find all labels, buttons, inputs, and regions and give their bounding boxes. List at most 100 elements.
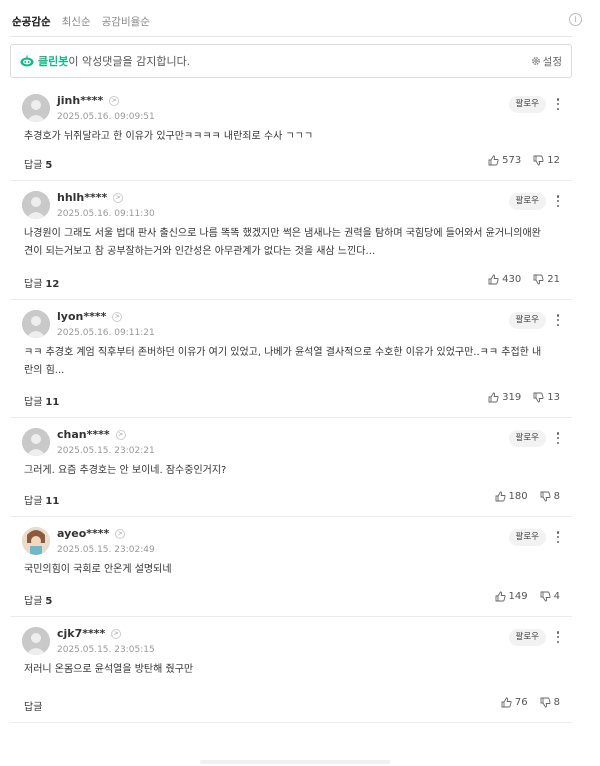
reply-count: 11 [45, 496, 60, 507]
like-button[interactable]: 149 [495, 591, 528, 602]
dislike-icon [533, 392, 544, 403]
author-nickname[interactable]: lyon**** [57, 310, 106, 323]
comment-item: chan**** > 2025.05.15. 23:02:21 팔로우 그러게.… [10, 418, 572, 517]
reply-button[interactable]: 답글 5 [24, 156, 52, 171]
reply-count: 12 [45, 279, 60, 290]
more-options-icon[interactable] [554, 192, 562, 210]
chevron-right-icon[interactable]: > [115, 528, 126, 539]
chevron-right-icon[interactable]: > [112, 311, 123, 322]
comment-item: ayeo**** > 2025.05.15. 23:02:49 팔로우 국민의힘… [10, 517, 572, 617]
tab-recommended[interactable]: 순공감순 [12, 14, 51, 29]
reply-button[interactable]: 답글 [24, 698, 45, 713]
chevron-right-icon[interactable]: > [115, 429, 126, 440]
author-row: lyon**** > [57, 310, 123, 323]
comment-text-line: 나경원이 그래도 서울 법대 판사 출신으로 나름 똑똑 했겠지만 썩은 냄새나… [24, 228, 541, 239]
tab-latest[interactable]: 최신순 [62, 14, 91, 29]
avatar[interactable] [22, 94, 50, 122]
like-button[interactable]: 573 [488, 155, 521, 166]
like-icon [495, 591, 506, 602]
avatar[interactable] [22, 191, 50, 219]
chevron-right-icon[interactable]: > [111, 628, 122, 639]
author-nickname[interactable]: jinh**** [57, 94, 103, 107]
author-nickname[interactable]: hhlh**** [57, 191, 107, 204]
comment-date: 2025.05.16. 09:11:30 [57, 209, 155, 219]
more-options-icon[interactable] [554, 528, 562, 546]
reply-label: 답글 [24, 596, 43, 607]
dislike-button[interactable]: 4 [540, 591, 560, 602]
follow-button[interactable]: 팔로우 [508, 529, 546, 546]
reply-count: 5 [45, 160, 53, 171]
follow-button[interactable]: 팔로우 [508, 629, 546, 646]
cleanbot-name: 클린봇 [38, 55, 69, 68]
comment-text-line: 그러게. 요즘 추경호는 안 보이네. 잠수중인거지? [24, 465, 227, 476]
reply-label: 답글 [24, 397, 43, 408]
reactions: 430 21 [476, 274, 560, 285]
cleanbot-banner: 클린봇 이 악성댓글을 감지합니다. 설정 [10, 44, 572, 78]
avatar[interactable] [22, 428, 50, 456]
comment-item: cjk7**** > 2025.05.15. 23:05:15 팔로우 저러니 … [10, 617, 572, 723]
comment-list: jinh**** > 2025.05.16. 09:09:51 팔로우 추경호가… [10, 84, 572, 723]
comment-body: ㅋㅋ 추경호 계엄 직후부터 존버하던 이유가 여기 있었고, 나베가 윤석열 … [24, 344, 564, 380]
chevron-right-icon[interactable]: > [113, 192, 124, 203]
follow-button[interactable]: 팔로우 [508, 430, 546, 447]
more-options-icon[interactable] [554, 628, 562, 646]
dislike-button[interactable]: 21 [533, 274, 560, 285]
settings-button[interactable]: 설정 [531, 54, 562, 69]
bottom-divider [200, 760, 390, 764]
like-icon [495, 491, 506, 502]
dislike-icon [540, 697, 551, 708]
author-nickname[interactable]: ayeo**** [57, 527, 109, 540]
reply-button[interactable]: 답글 12 [24, 275, 59, 290]
comment-text-line: 견이 되는거보고 참 공부잘하는거와 인간성은 아무관계가 없다는 것을 새삼 … [24, 246, 376, 257]
more-options-icon[interactable] [554, 429, 562, 447]
follow-button[interactable]: 팔로우 [508, 96, 546, 113]
like-button[interactable]: 319 [488, 392, 521, 403]
comment-item: jinh**** > 2025.05.16. 09:09:51 팔로우 추경호가… [10, 84, 572, 181]
author-nickname[interactable]: chan**** [57, 428, 110, 441]
comment-text-line: ㅋㅋ 추경호 계엄 직후부터 존버하던 이유가 여기 있었고, 나베가 윤석열 … [24, 347, 542, 358]
comment-text-line: 국민의힘이 국회로 안온게 설명되네 [24, 564, 172, 575]
like-count: 149 [508, 591, 528, 602]
dislike-button[interactable]: 8 [540, 491, 560, 502]
dislike-icon [540, 591, 551, 602]
more-options-icon[interactable] [554, 311, 562, 329]
reply-label: 답글 [24, 160, 43, 171]
dislike-button[interactable]: 8 [540, 697, 560, 708]
gear-icon [531, 57, 540, 65]
like-button[interactable]: 180 [495, 491, 528, 502]
dislike-count: 13 [547, 392, 560, 403]
like-count: 573 [502, 155, 522, 166]
avatar[interactable] [22, 527, 50, 555]
reactions: 319 13 [476, 392, 560, 403]
dislike-count: 8 [553, 697, 560, 708]
avatar[interactable] [22, 627, 50, 655]
like-count: 430 [502, 274, 522, 285]
reply-label: 답글 [24, 279, 43, 290]
reactions: 76 8 [489, 697, 560, 708]
reply-count: 11 [45, 397, 60, 408]
like-button[interactable]: 430 [488, 274, 521, 285]
dislike-icon [533, 274, 544, 285]
avatar[interactable] [22, 310, 50, 338]
reply-button[interactable]: 답글 5 [24, 592, 52, 607]
author-nickname[interactable]: cjk7**** [57, 627, 105, 640]
comment-item: lyon**** > 2025.05.16. 09:11:21 팔로우 ㅋㅋ 추… [10, 300, 572, 418]
like-count: 319 [502, 392, 522, 403]
dislike-button[interactable]: 12 [533, 155, 560, 166]
chevron-right-icon[interactable]: > [109, 95, 120, 106]
reply-button[interactable]: 답글 11 [24, 393, 59, 408]
sort-tabs: 순공감순 최신순 공감비율순 i [12, 8, 582, 34]
dislike-count: 21 [547, 274, 560, 285]
comment-date: 2025.05.15. 23:05:15 [57, 645, 155, 655]
tab-empathy-ratio[interactable]: 공감비율순 [102, 14, 150, 29]
reply-count: 5 [45, 596, 53, 607]
reply-button[interactable]: 답글 11 [24, 492, 59, 507]
dislike-count: 12 [547, 155, 560, 166]
like-button[interactable]: 76 [501, 697, 528, 708]
follow-button[interactable]: 팔로우 [508, 193, 546, 210]
dislike-button[interactable]: 13 [533, 392, 560, 403]
info-icon[interactable]: i [569, 13, 582, 26]
more-options-icon[interactable] [554, 95, 562, 113]
follow-button[interactable]: 팔로우 [508, 312, 546, 329]
like-icon [488, 274, 499, 285]
